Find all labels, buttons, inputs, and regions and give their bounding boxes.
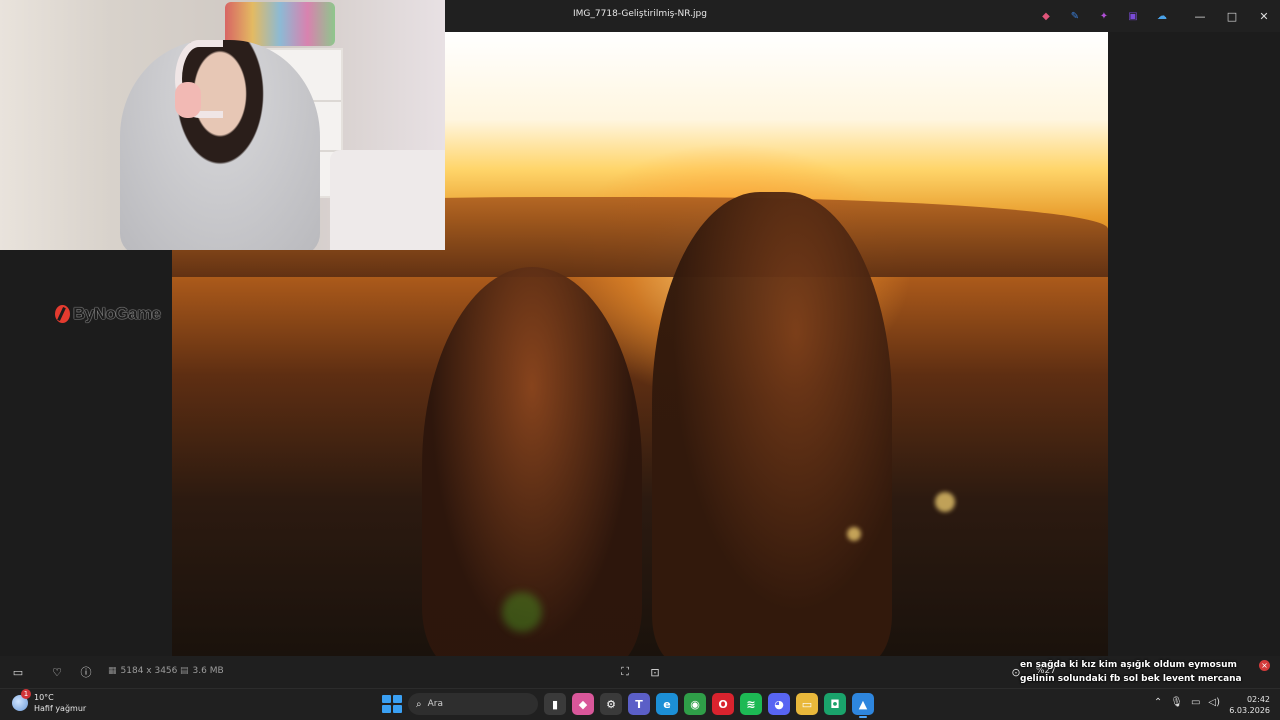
taskbar-search[interactable]: ⌕ Ara: [408, 693, 538, 715]
fit-to-window-icon[interactable]: ⛶: [617, 664, 633, 680]
edge-icon[interactable]: e: [656, 693, 678, 715]
volume-icon[interactable]: ◁): [1208, 697, 1220, 708]
weather-widget[interactable]: 1 10°C Hafif yağmur: [12, 689, 86, 714]
settings-icon[interactable]: ⚙: [600, 693, 622, 715]
taskbar-apps: ⌕ Ara ▮ ◆ ⚙ Te ◉ O ≋ ◕ ▭ ◘ ▲: [380, 693, 874, 718]
copilot-app-icon[interactable]: ◆: [572, 693, 594, 715]
effects-icon[interactable]: ✦: [1096, 8, 1112, 24]
chat-message: gelinin solundaki fb sol bek levent merc…: [1020, 674, 1242, 684]
terminal-icon[interactable]: ▮: [544, 693, 566, 715]
bed: [330, 150, 445, 250]
spotify-icon[interactable]: ≋: [740, 693, 762, 715]
webcam-overlay: [0, 0, 445, 250]
system-tray: ⌃ 🎙︎ ▭ ◁): [1154, 697, 1220, 708]
file-icon: ▤: [180, 666, 189, 676]
dimensions-icon: ▦: [108, 666, 117, 676]
weather-badge: 1: [21, 689, 31, 699]
clock-time: 02:42: [1246, 695, 1270, 704]
weather-text: 10°C Hafif yağmur: [34, 692, 86, 714]
tray-chevron-icon[interactable]: ⌃: [1154, 697, 1162, 708]
lens-flare: [935, 492, 955, 512]
chat-line: en sağda ki kız kim aşığık oldum eymosum: [1016, 658, 1280, 672]
chat-message: en sağda ki kız kim aşığık oldum eymosum: [1020, 660, 1237, 670]
start-tile: [382, 705, 391, 713]
photos-icon[interactable]: ▲: [852, 693, 874, 718]
onedrive-icon[interactable]: ☁: [1154, 8, 1170, 24]
start-tile: [393, 705, 402, 713]
explorer-icon[interactable]: ▭: [796, 693, 818, 715]
screen: IMG_7718-Geliştirilmiş-NR.jpg ◆ ✎ ✦ ▣ ☁ — □ …: [0, 0, 1280, 720]
weather-temp: 10°C: [34, 693, 54, 702]
info-icon[interactable]: ⓘ: [78, 664, 94, 680]
filmstrip-icon[interactable]: ▭: [10, 664, 26, 680]
teams-icon[interactable]: T: [628, 693, 650, 715]
edit-icon[interactable]: ✎: [1067, 8, 1083, 24]
image-dimensions: ▦ 5184 x 3456: [108, 666, 177, 676]
start-tile: [382, 695, 391, 703]
clock[interactable]: 02:42 6.03.2026: [1229, 694, 1270, 716]
filesize-text: 3.6 MB: [192, 666, 224, 676]
clock-date: 6.03.2026: [1229, 706, 1270, 715]
start-button[interactable]: [380, 693, 402, 715]
actual-size-icon[interactable]: ⊡: [647, 664, 663, 680]
logo-text: ByNoGame: [73, 304, 161, 323]
maximize-button[interactable]: □: [1216, 0, 1248, 32]
taskbar: 1 10°C Hafif yağmur ⌕ Ara ▮ ◆ ⚙ Te ◉ O ≋ ◕ ▭ ◘ ▲ ⌃…: [0, 688, 1280, 720]
search-placeholder: Ara: [427, 699, 443, 709]
headphone-earcup: [175, 82, 201, 118]
app-green-icon[interactable]: ◘: [824, 693, 846, 715]
dimensions-text: 5184 x 3456: [120, 666, 178, 676]
title-toolbar: ◆ ✎ ✦ ▣ ☁: [1038, 8, 1170, 24]
window-controls: — □ ✕: [1184, 0, 1280, 32]
toy-shelf-top: [225, 2, 335, 46]
minimize-button[interactable]: —: [1184, 0, 1216, 32]
green-flare: [502, 592, 542, 632]
rain-cloud-icon: 1: [12, 689, 31, 711]
opera-icon[interactable]: O: [712, 693, 734, 715]
microphone-icon[interactable]: 🎙︎: [1170, 697, 1183, 708]
copilot-icon[interactable]: ◆: [1038, 8, 1054, 24]
clipchamp-icon[interactable]: ▣: [1125, 8, 1141, 24]
window-title: IMG_7718-Geliştirilmiş-NR.jpg: [573, 9, 707, 19]
start-tile: [393, 695, 402, 703]
chrome-icon[interactable]: ◉: [684, 693, 706, 715]
lens-flare: [847, 527, 861, 541]
close-button[interactable]: ✕: [1248, 0, 1280, 32]
weather-condition: Hafif yağmur: [34, 704, 87, 713]
channel-logo: ByNoGame: [55, 304, 161, 324]
man-silhouette: [652, 192, 892, 656]
discord-icon[interactable]: ◕: [768, 693, 790, 715]
file-size: ▤ 3.6 MB: [180, 666, 224, 676]
chat-line: gelinin solundaki fb sol bek levent merc…: [1016, 672, 1280, 686]
search-icon: ⌕: [416, 698, 422, 710]
logo-icon: [55, 305, 70, 323]
network-icon[interactable]: ▭: [1191, 697, 1200, 708]
favorite-heart-icon[interactable]: ♡: [49, 664, 65, 680]
